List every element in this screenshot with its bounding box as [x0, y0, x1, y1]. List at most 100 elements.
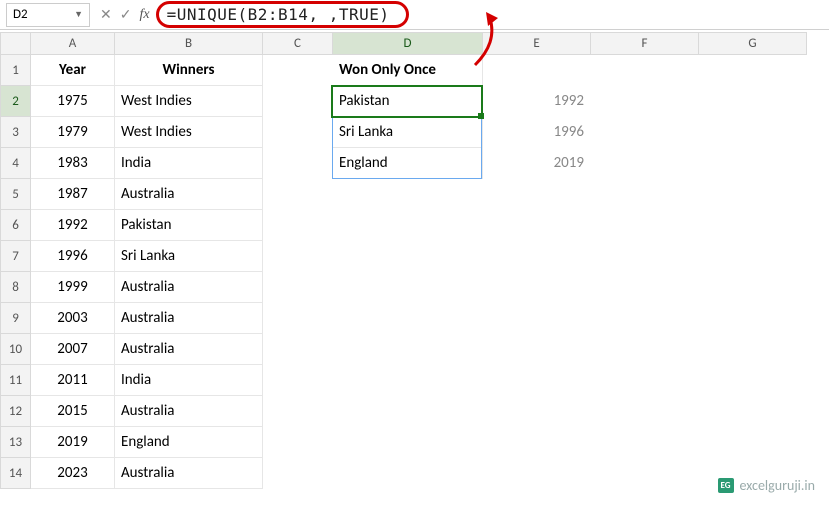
row-head-6[interactable]: 6	[1, 210, 31, 241]
cell-f4[interactable]	[591, 148, 699, 179]
row-head-5[interactable]: 5	[1, 179, 31, 210]
cell-b3[interactable]: West Indies	[115, 117, 263, 148]
cell-a3[interactable]: 1979	[31, 117, 115, 148]
row-head-8[interactable]: 8	[1, 272, 31, 303]
cell-a2[interactable]: 1975	[31, 86, 115, 117]
cell-a6[interactable]: 1992	[31, 210, 115, 241]
cell-g7[interactable]	[699, 241, 807, 272]
cell-e1[interactable]	[483, 55, 591, 86]
cell-d3[interactable]: Sri Lanka	[333, 117, 483, 148]
cell-d13[interactable]	[333, 427, 483, 458]
cell-d10[interactable]	[333, 334, 483, 365]
row-head-4[interactable]: 4	[1, 148, 31, 179]
row-head-11[interactable]: 11	[1, 365, 31, 396]
name-box[interactable]: D2 ▼	[6, 3, 90, 27]
cell-b9[interactable]: Australia	[115, 303, 263, 334]
cell-c9[interactable]	[263, 303, 333, 334]
cell-c14[interactable]	[263, 458, 333, 489]
col-head-f[interactable]: F	[591, 33, 699, 55]
fx-icon[interactable]: fx	[139, 7, 149, 23]
cell-g13[interactable]	[699, 427, 807, 458]
col-head-g[interactable]: G	[699, 33, 807, 55]
cell-c4[interactable]	[263, 148, 333, 179]
cell-b5[interactable]: Australia	[115, 179, 263, 210]
cell-c10[interactable]	[263, 334, 333, 365]
cell-b4[interactable]: India	[115, 148, 263, 179]
cell-a14[interactable]: 2023	[31, 458, 115, 489]
cell-f2[interactable]	[591, 86, 699, 117]
select-all-corner[interactable]	[1, 33, 31, 55]
col-head-c[interactable]: C	[263, 33, 333, 55]
cell-a4[interactable]: 1983	[31, 148, 115, 179]
cell-g8[interactable]	[699, 272, 807, 303]
cell-f3[interactable]	[591, 117, 699, 148]
cell-e10[interactable]	[483, 334, 591, 365]
cell-e9[interactable]	[483, 303, 591, 334]
cell-c1[interactable]	[263, 55, 333, 86]
cell-d6[interactable]	[333, 210, 483, 241]
cell-f11[interactable]	[591, 365, 699, 396]
cell-g4[interactable]	[699, 148, 807, 179]
cell-a8[interactable]: 1999	[31, 272, 115, 303]
cell-d14[interactable]	[333, 458, 483, 489]
cell-c3[interactable]	[263, 117, 333, 148]
cell-f1[interactable]	[591, 55, 699, 86]
cell-f10[interactable]	[591, 334, 699, 365]
row-head-12[interactable]: 12	[1, 396, 31, 427]
cell-g2[interactable]	[699, 86, 807, 117]
row-head-2[interactable]: 2	[1, 86, 31, 117]
cell-e3[interactable]: 1996	[483, 117, 591, 148]
cell-e14[interactable]	[483, 458, 591, 489]
cell-e5[interactable]	[483, 179, 591, 210]
cell-f12[interactable]	[591, 396, 699, 427]
cell-g12[interactable]	[699, 396, 807, 427]
row-head-13[interactable]: 13	[1, 427, 31, 458]
row-head-7[interactable]: 7	[1, 241, 31, 272]
cell-c5[interactable]	[263, 179, 333, 210]
cell-c7[interactable]	[263, 241, 333, 272]
header-winners[interactable]: Winners	[115, 55, 263, 86]
cell-a7[interactable]: 1996	[31, 241, 115, 272]
cell-g11[interactable]	[699, 365, 807, 396]
cell-e4[interactable]: 2019	[483, 148, 591, 179]
col-head-e[interactable]: E	[483, 33, 591, 55]
row-head-3[interactable]: 3	[1, 117, 31, 148]
row-head-10[interactable]: 10	[1, 334, 31, 365]
cell-a13[interactable]: 2019	[31, 427, 115, 458]
col-head-a[interactable]: A	[31, 33, 115, 55]
cell-d2[interactable]: Pakistan	[333, 86, 483, 117]
cell-g5[interactable]	[699, 179, 807, 210]
cell-c11[interactable]	[263, 365, 333, 396]
row-head-14[interactable]: 14	[1, 458, 31, 489]
cell-e2[interactable]: 1992	[483, 86, 591, 117]
cell-d4[interactable]: England	[333, 148, 483, 179]
cell-a11[interactable]: 2011	[31, 365, 115, 396]
cell-d11[interactable]	[333, 365, 483, 396]
cell-a10[interactable]: 2007	[31, 334, 115, 365]
cell-d9[interactable]	[333, 303, 483, 334]
cell-b14[interactable]: Australia	[115, 458, 263, 489]
cell-c6[interactable]	[263, 210, 333, 241]
cell-f8[interactable]	[591, 272, 699, 303]
cell-e11[interactable]	[483, 365, 591, 396]
chevron-down-icon[interactable]: ▼	[74, 9, 83, 20]
cell-d5[interactable]	[333, 179, 483, 210]
cell-b10[interactable]: Australia	[115, 334, 263, 365]
cell-f5[interactable]	[591, 179, 699, 210]
cell-f13[interactable]	[591, 427, 699, 458]
header-won-once[interactable]: Won Only Once	[333, 55, 483, 86]
header-year[interactable]: Year	[31, 55, 115, 86]
cell-e7[interactable]	[483, 241, 591, 272]
formula-input[interactable]: =UNIQUE(B2:B14, ,TRUE)	[156, 1, 409, 28]
cell-a9[interactable]: 2003	[31, 303, 115, 334]
cell-a12[interactable]: 2015	[31, 396, 115, 427]
cell-d7[interactable]	[333, 241, 483, 272]
cell-e8[interactable]	[483, 272, 591, 303]
cell-b6[interactable]: Pakistan	[115, 210, 263, 241]
cell-b13[interactable]: England	[115, 427, 263, 458]
cell-b11[interactable]: India	[115, 365, 263, 396]
cell-g3[interactable]	[699, 117, 807, 148]
enter-icon[interactable]: ✓	[120, 6, 132, 23]
cell-f6[interactable]	[591, 210, 699, 241]
row-head-1[interactable]: 1	[1, 55, 31, 86]
